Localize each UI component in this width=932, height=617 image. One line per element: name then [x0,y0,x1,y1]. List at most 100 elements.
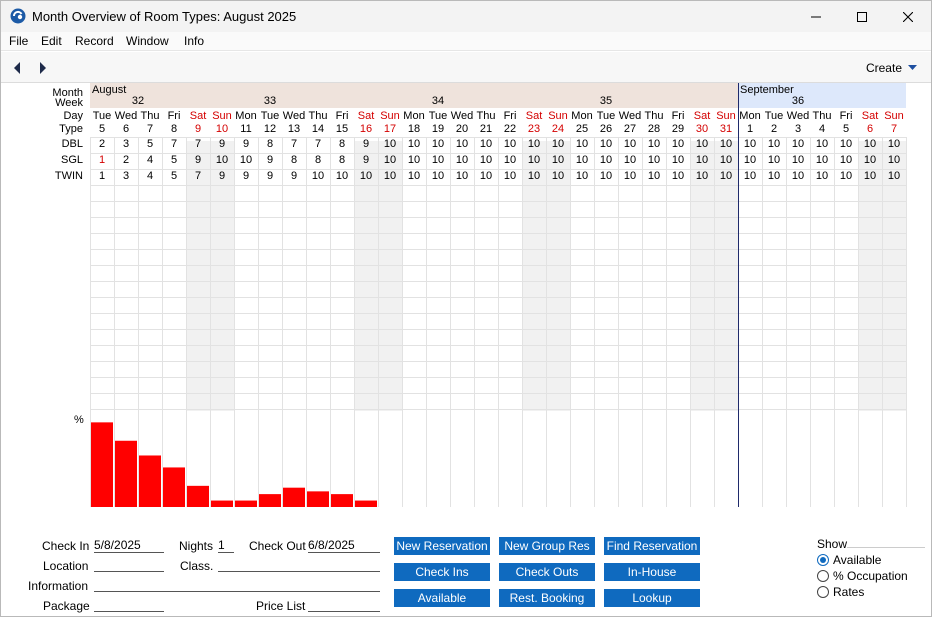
check-outs-button[interactable]: Check Outs [499,563,595,581]
availability-cell[interactable]: 10 [402,169,426,185]
price-list-field[interactable] [308,597,380,612]
availability-cell[interactable]: 10 [426,169,450,185]
availability-cell[interactable]: 10 [738,137,762,153]
availability-cell[interactable]: 10 [594,137,618,153]
availability-cell[interactable]: 10 [618,137,642,153]
availability-cell[interactable]: 10 [666,169,690,185]
availability-cell[interactable]: 4 [138,169,162,185]
new-reservation-button[interactable]: New Reservation [394,537,490,555]
availability-cell[interactable]: 10 [378,137,402,153]
lookup-button[interactable]: Lookup [604,589,700,607]
availability-cell[interactable]: 10 [834,137,858,153]
menu-window[interactable]: Window [126,34,169,48]
availability-cell[interactable]: 10 [402,137,426,153]
availability-cell[interactable]: 10 [474,153,498,169]
availability-cell[interactable]: 10 [450,153,474,169]
availability-cell[interactable]: 10 [882,153,906,169]
available-button[interactable]: Available [394,589,490,607]
availability-cell[interactable]: 10 [498,153,522,169]
availability-cell[interactable]: 10 [618,153,642,169]
availability-cell[interactable]: 7 [282,137,306,153]
availability-cell[interactable]: 8 [282,153,306,169]
availability-cell[interactable]: 10 [306,169,330,185]
availability-cell[interactable]: 10 [690,153,714,169]
menu-file[interactable]: File [9,34,28,48]
availability-cell[interactable]: 10 [786,137,810,153]
availability-cell[interactable]: 3 [114,169,138,185]
create-button[interactable]: Create [866,61,917,75]
availability-cell[interactable]: 10 [666,153,690,169]
availability-cell[interactable]: 10 [330,169,354,185]
check-ins-button[interactable]: Check Ins [394,563,490,581]
availability-cell[interactable]: 9 [282,169,306,185]
availability-cell[interactable]: 10 [378,169,402,185]
rest-booking-button[interactable]: Rest. Booking [499,589,595,607]
availability-cell[interactable]: 10 [786,169,810,185]
availability-cell[interactable]: 10 [426,153,450,169]
arrow-left-icon[interactable] [11,60,23,76]
menu-record[interactable]: Record [75,34,114,48]
availability-cell[interactable]: 10 [570,153,594,169]
availability-cell[interactable]: 10 [690,137,714,153]
availability-cell[interactable]: 3 [114,137,138,153]
availability-cell[interactable]: 5 [162,153,186,169]
availability-cell[interactable]: 10 [546,137,570,153]
availability-cell[interactable]: 10 [882,137,906,153]
availability-cell[interactable]: 10 [570,137,594,153]
check-in-field[interactable]: 5/8/2025 [94,538,164,553]
maximize-button[interactable] [839,1,885,32]
availability-cell[interactable]: 10 [642,153,666,169]
availability-cell[interactable]: 10 [450,137,474,153]
availability-cell[interactable]: 10 [762,169,786,185]
availability-cell[interactable]: 9 [234,137,258,153]
availability-cell[interactable]: 10 [810,153,834,169]
availability-cell[interactable]: 8 [330,137,354,153]
availability-cell[interactable]: 10 [642,137,666,153]
availability-cell[interactable]: 4 [138,153,162,169]
availability-cell[interactable]: 7 [306,137,330,153]
availability-cell[interactable]: 9 [258,153,282,169]
availability-cell[interactable]: 9 [234,169,258,185]
availability-cell[interactable]: 10 [594,169,618,185]
availability-cell[interactable]: 10 [498,137,522,153]
show-occupation-radio[interactable]: % Occupation [817,569,908,583]
minimize-button[interactable] [793,1,839,32]
availability-cell[interactable]: 10 [738,153,762,169]
availability-cell[interactable]: 10 [594,153,618,169]
availability-cell[interactable]: 10 [474,137,498,153]
availability-cell[interactable]: 10 [738,169,762,185]
availability-cell[interactable]: 10 [858,153,882,169]
in-house-button[interactable]: In-House [604,563,700,581]
check-out-field[interactable]: 6/8/2025 [308,538,380,553]
availability-cell[interactable]: 2 [90,137,114,153]
availability-cell[interactable]: 10 [354,169,378,185]
availability-cell[interactable]: 10 [402,153,426,169]
availability-cell[interactable]: 10 [378,153,402,169]
availability-cell[interactable]: 1 [90,169,114,185]
availability-cell[interactable]: 10 [522,153,546,169]
availability-cell[interactable]: 5 [138,137,162,153]
menu-edit[interactable]: Edit [41,34,62,48]
availability-cell[interactable]: 10 [210,153,234,169]
availability-cell[interactable]: 2 [114,153,138,169]
availability-cell[interactable]: 9 [354,153,378,169]
information-field[interactable] [94,577,380,592]
availability-cell[interactable]: 9 [210,169,234,185]
menu-info[interactable]: Info [184,34,204,48]
availability-cell[interactable]: 7 [186,137,210,153]
arrow-right-icon[interactable] [37,60,49,76]
availability-cell[interactable]: 5 [162,169,186,185]
availability-cell[interactable]: 10 [810,137,834,153]
availability-cell[interactable]: 7 [162,137,186,153]
availability-cell[interactable]: 10 [762,153,786,169]
availability-cell[interactable]: 7 [186,169,210,185]
availability-cell[interactable]: 9 [258,169,282,185]
availability-cell[interactable]: 10 [762,137,786,153]
availability-cell[interactable]: 9 [354,137,378,153]
availability-cell[interactable]: 10 [786,153,810,169]
availability-cell[interactable]: 1 [90,153,114,169]
availability-cell[interactable]: 10 [426,137,450,153]
availability-cell[interactable]: 10 [810,169,834,185]
availability-cell[interactable]: 10 [714,169,738,185]
availability-cell[interactable]: 10 [666,137,690,153]
